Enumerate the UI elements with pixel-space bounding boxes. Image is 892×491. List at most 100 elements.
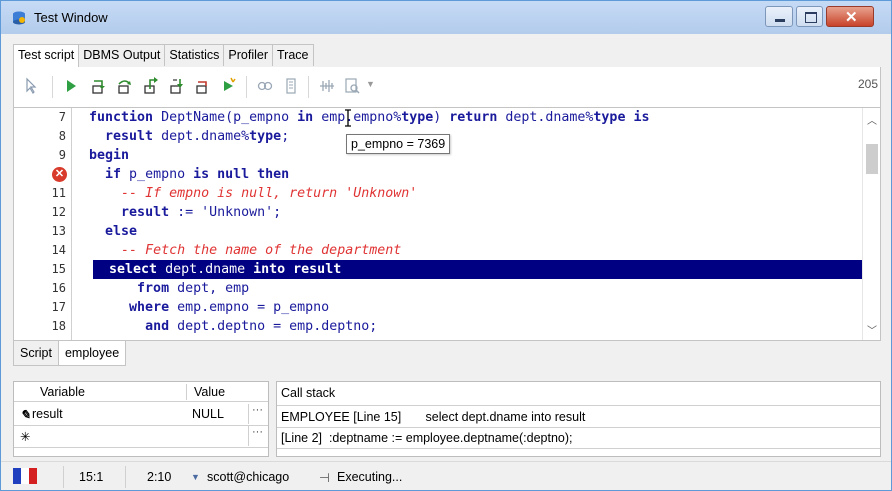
- code-line[interactable]: begin: [73, 146, 863, 165]
- line-number: 13: [51, 224, 66, 238]
- minimize-button[interactable]: [765, 6, 793, 27]
- code-text: dept.dname%: [497, 110, 594, 125]
- code-text: dept.deptno = emp.deptno;: [169, 319, 378, 334]
- code-keyword: where: [129, 300, 170, 315]
- code-keyword: into result: [253, 262, 342, 277]
- code-line[interactable]: function DeptName(p_empno in emp.empno% t…: [73, 108, 863, 127]
- window-title: Test Window: [34, 10, 108, 25]
- line-number: 11: [51, 186, 66, 200]
- scroll-down-icon[interactable]: ﹀: [867, 322, 877, 337]
- step-over-icon[interactable]: [116, 77, 134, 95]
- step-out-icon[interactable]: [142, 77, 160, 95]
- code-comment: -- If empno is null, return 'Unknown': [121, 186, 418, 201]
- wave-icon[interactable]: [318, 77, 336, 95]
- code-line[interactable]: -- Fetch the name of the department: [73, 241, 863, 260]
- tab-profiler[interactable]: Profiler: [223, 44, 273, 66]
- edit-value-button[interactable]: ···: [248, 404, 266, 424]
- code-editor[interactable]: 7 8 9 ✕ 11 12 13 14 15 16 17 18 function…: [13, 107, 881, 341]
- tab-dbms-output[interactable]: DBMS Output: [78, 44, 166, 66]
- code-keyword: begin: [89, 148, 130, 163]
- table-row[interactable]: ✳ ···: [14, 426, 268, 448]
- code-text: p_empno: [121, 167, 194, 182]
- run-debug-icon[interactable]: [220, 77, 238, 95]
- code-line[interactable]: and dept.deptno = emp.deptno;: [73, 317, 863, 336]
- code-line[interactable]: from dept, emp: [73, 279, 863, 298]
- list-icon[interactable]: [282, 77, 300, 95]
- step-icon[interactable]: [194, 77, 212, 95]
- call-stack-row[interactable]: EMPLOYEE [Line 15] select dept.dname int…: [277, 407, 880, 428]
- maximize-button[interactable]: [796, 6, 823, 27]
- line-number-gutter: 7 8 9 ✕ 11 12 13 14 15 16 17 18: [14, 108, 72, 340]
- code-lines[interactable]: function DeptName(p_empno in emp.empno% t…: [73, 108, 863, 340]
- code-text: emp.empno%: [313, 110, 402, 125]
- code-text: DeptName(p_empno: [153, 110, 298, 125]
- status-bar: 15:1 2:10 ▼ scott@chicago ⊣ Executing...: [1, 461, 891, 490]
- debug-panels: Variable Value ✎ result NULL ··· ✳ ··· C…: [13, 381, 881, 457]
- code-line[interactable]: result := 'Unknown';: [73, 203, 863, 222]
- chevron-down-icon[interactable]: ▼: [191, 472, 200, 482]
- code-keyword: type: [249, 129, 282, 144]
- line-number: 16: [51, 281, 66, 295]
- code-keyword: select: [109, 262, 158, 277]
- scroll-up-icon[interactable]: ︿: [867, 112, 877, 127]
- code-line[interactable]: else: [73, 222, 863, 241]
- code-line[interactable]: result dept.dname%type;: [73, 127, 863, 146]
- code-keyword: result: [121, 205, 170, 220]
- pencil-icon: ✎: [20, 408, 31, 422]
- step-into-icon[interactable]: [90, 77, 108, 95]
- code-text: ;: [281, 129, 290, 144]
- toolbar-counter: 205: [857, 77, 878, 91]
- tab-test-script[interactable]: Test script: [13, 44, 80, 67]
- database-icon: [13, 11, 25, 25]
- connection-status-icon: [13, 468, 37, 484]
- line-number: 18: [51, 319, 66, 333]
- pin-icon: ⊣: [319, 471, 330, 485]
- variables-table: Variable Value ✎ result NULL ··· ✳ ···: [13, 381, 269, 457]
- code-keyword: function: [89, 110, 154, 125]
- elapsed-time: 2:10: [147, 470, 172, 484]
- code-keyword: is null then: [193, 167, 290, 182]
- code-keyword: in: [297, 110, 314, 125]
- edit-value-button[interactable]: ···: [248, 426, 266, 446]
- connection-name[interactable]: scott@chicago: [207, 470, 289, 484]
- pointer-search-icon[interactable]: [24, 77, 42, 95]
- code-line[interactable]: where emp.empno = p_empno: [73, 298, 863, 317]
- code-line[interactable]: if p_empno is null then: [73, 165, 863, 184]
- call-stack-header: Call stack: [277, 382, 880, 406]
- line-number: 15: [51, 262, 66, 276]
- code-text: dept.dname: [157, 262, 254, 277]
- code-keyword: return: [449, 110, 498, 125]
- cursor-position: 15:1: [79, 470, 104, 484]
- column-variable: Variable: [40, 385, 85, 399]
- code-line[interactable]: -- If empno is null, return 'Unknown': [73, 184, 863, 203]
- asterisk-icon: ✳: [20, 430, 31, 444]
- table-row[interactable]: ✎ result NULL ···: [14, 404, 268, 426]
- tab-employee[interactable]: employee: [57, 341, 127, 366]
- code-keyword: else: [105, 224, 138, 239]
- current-execution-line[interactable]: select dept.dname into result: [93, 260, 863, 279]
- find-icon[interactable]: [344, 77, 362, 95]
- code-text: dept.dname%: [153, 129, 250, 144]
- tab-statistics[interactable]: Statistics: [164, 44, 225, 66]
- chevron-down-icon[interactable]: ▼: [366, 79, 375, 89]
- run-to-exception-icon[interactable]: [168, 77, 186, 95]
- line-number: 12: [51, 205, 66, 219]
- code-keyword: type: [593, 110, 626, 125]
- tab-trace[interactable]: Trace: [272, 44, 314, 66]
- title-bar: Test Window ✕: [1, 1, 891, 34]
- tab-script[interactable]: Script: [13, 341, 59, 366]
- variable-name[interactable]: result: [32, 407, 63, 421]
- execute-icon[interactable]: [62, 77, 80, 95]
- column-value: Value: [194, 385, 226, 399]
- code-keyword: and: [145, 319, 170, 334]
- variable-value[interactable]: NULL: [192, 407, 224, 421]
- error-x-icon[interactable]: ✕: [52, 167, 67, 182]
- script-tab-bar: Script employee: [13, 341, 127, 367]
- close-button[interactable]: ✕: [826, 6, 874, 27]
- editor-scrollbar[interactable]: ︿ ﹀: [862, 108, 880, 340]
- code-text: dept, emp: [169, 281, 250, 296]
- toggle-breakpoint-icon[interactable]: [256, 77, 274, 95]
- scroll-thumb[interactable]: [866, 144, 878, 174]
- code-text: ): [433, 110, 450, 125]
- call-stack-row[interactable]: [Line 2] :deptname := employee.deptname(…: [277, 428, 880, 449]
